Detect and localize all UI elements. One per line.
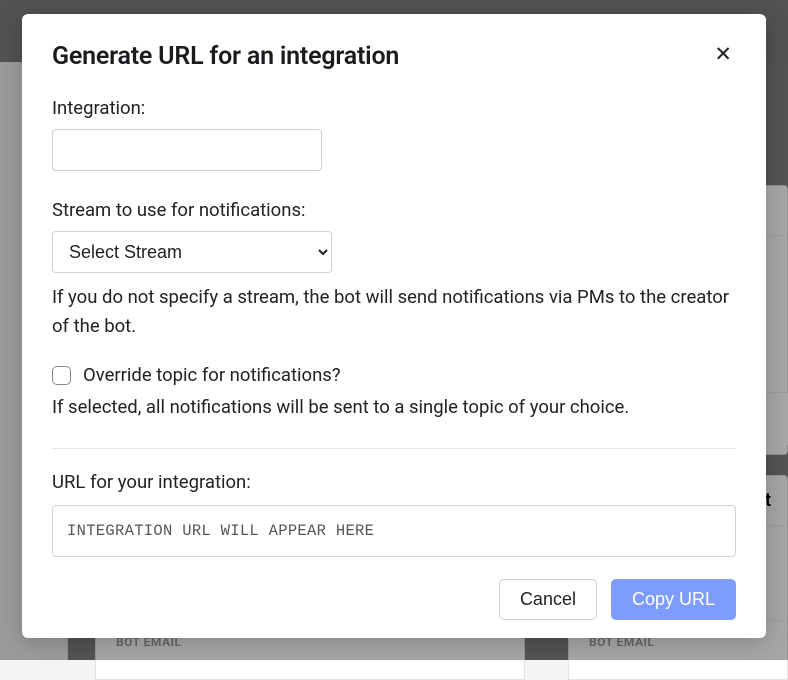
modal-actions: Cancel Copy URL xyxy=(52,579,736,620)
integration-url-label: URL for your integration: xyxy=(52,471,736,493)
stream-select[interactable]: Select Stream xyxy=(52,231,332,273)
close-icon[interactable]: ✕ xyxy=(710,42,736,67)
stream-field: Stream to use for notifications: Select … xyxy=(52,199,736,340)
override-topic-row: Override topic for notifications? xyxy=(52,364,736,386)
integration-field: Integration: xyxy=(52,97,736,171)
override-topic-label: Override topic for notifications? xyxy=(83,364,341,386)
integration-url-output: INTEGRATION URL WILL APPEAR HERE xyxy=(52,505,736,557)
integration-url-section: URL for your integration: INTEGRATION UR… xyxy=(52,471,736,557)
override-topic-help-text: If selected, all notifications will be s… xyxy=(52,394,736,422)
divider xyxy=(52,448,736,449)
stream-label: Stream to use for notifications: xyxy=(52,199,736,221)
cancel-button[interactable]: Cancel xyxy=(499,579,597,620)
override-topic-checkbox[interactable] xyxy=(52,366,71,385)
integration-label: Integration: xyxy=(52,97,736,119)
modal-title: Generate URL for an integration xyxy=(52,42,399,71)
generate-integration-url-modal: Generate URL for an integration ✕ Integr… xyxy=(22,14,766,638)
modal-header: Generate URL for an integration ✕ xyxy=(52,42,736,71)
copy-url-button[interactable]: Copy URL xyxy=(611,579,736,620)
stream-help-text: If you do not specify a stream, the bot … xyxy=(52,283,736,340)
integration-input[interactable] xyxy=(52,129,322,171)
